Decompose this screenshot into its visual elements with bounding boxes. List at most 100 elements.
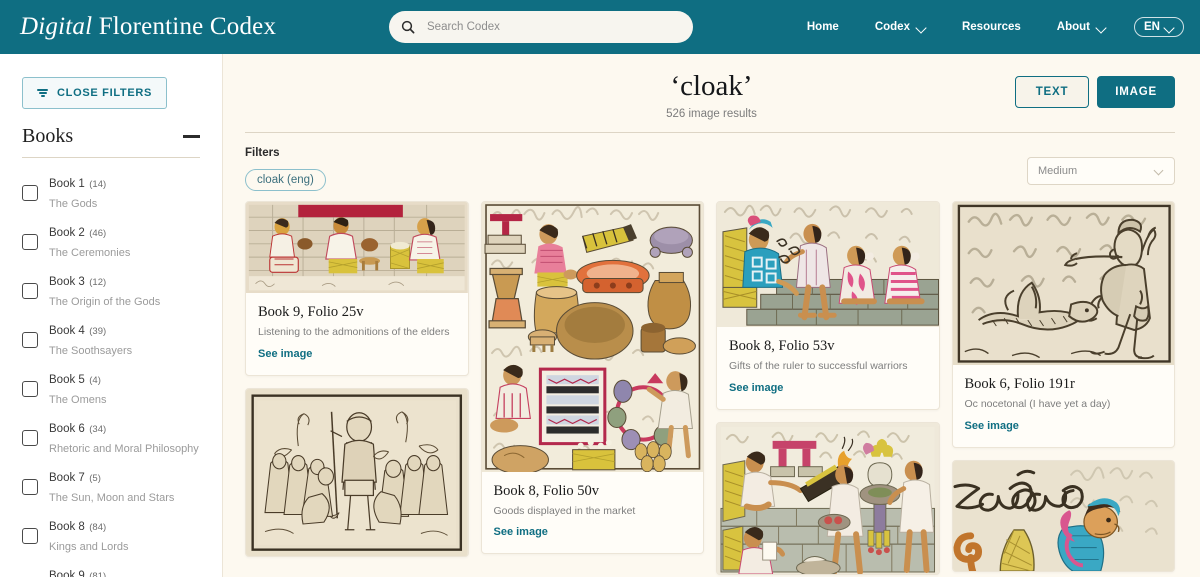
- book-filter-9[interactable]: Book 9 (81) The Merchants: [0, 561, 222, 577]
- book-name: Book 6: [49, 422, 85, 435]
- result-card[interactable]: [245, 387, 469, 558]
- chevron-down-icon: [1097, 23, 1106, 32]
- search-input[interactable]: [427, 21, 693, 33]
- see-image-link[interactable]: See image: [729, 382, 783, 394]
- book-count: (5): [89, 472, 101, 484]
- nav-label-resources: Resources: [961, 21, 1021, 33]
- filters-sidebar: CLOSE FILTERS Books Book 1 (14) The Gods: [0, 54, 223, 577]
- book-filter-6[interactable]: Book 6 (34) Rhetoric and Moral Philosoph…: [0, 414, 222, 463]
- result-card[interactable]: [951, 460, 1175, 573]
- nav-item-about[interactable]: About: [1039, 21, 1124, 33]
- main-navigation: Home Codex Resources About EN: [789, 0, 1184, 54]
- results-column-1: Book 9, Folio 25v Listening to the admon…: [245, 201, 469, 558]
- logo-word-rest: Florentine Codex: [98, 13, 277, 40]
- result-meta: Book 6, Folio 191r Oc nocetonal (I have …: [953, 365, 1175, 447]
- filter-icon: [37, 89, 48, 97]
- book-name: Book 1: [49, 178, 85, 190]
- book-filter-2[interactable]: Book 2 (46) The Ceremonies: [0, 218, 222, 267]
- search-bar[interactable]: [389, 11, 693, 43]
- close-filters-button[interactable]: CLOSE FILTERS: [22, 77, 168, 109]
- filter-chip-cloak[interactable]: cloak (eng): [245, 169, 326, 191]
- medium-select[interactable]: Medium: [1027, 157, 1175, 185]
- nav-item-resources[interactable]: Resources: [944, 21, 1039, 33]
- books-section-title: Books: [22, 125, 74, 147]
- book-subtitle: The Omens: [49, 394, 107, 407]
- book-subtitle: The Sun, Moon and Stars: [49, 492, 175, 505]
- result-meta: Book 9, Folio 25v Listening to the admon…: [246, 293, 468, 375]
- checkbox[interactable]: [22, 234, 38, 251]
- chevron-down-icon: [1165, 23, 1174, 32]
- book-filter-7[interactable]: Book 7 (5) The Sun, Moon and Stars: [0, 463, 222, 512]
- result-card[interactable]: Book 8, Folio 53v Gifts of the ruler to …: [716, 201, 940, 410]
- book-name: Book 3: [49, 275, 85, 288]
- book-count: (46): [89, 227, 107, 239]
- nav-item-codex[interactable]: Codex: [857, 21, 944, 33]
- see-image-link[interactable]: See image: [494, 526, 548, 538]
- checkbox[interactable]: [22, 528, 38, 545]
- book-filter-1[interactable]: Book 1 (14) The Gods: [0, 169, 222, 218]
- search-results-panel: ‘cloak’ 526 image results TEXT IMAGE Fil…: [223, 54, 1200, 577]
- book-name: Book 8: [49, 520, 85, 533]
- result-caption: Goods displayed in the market: [493, 504, 636, 517]
- checkbox[interactable]: [22, 479, 38, 496]
- checkbox[interactable]: [22, 430, 38, 447]
- codex-illustration-ceremony-kneeling-figures: [246, 388, 468, 557]
- result-card[interactable]: Book 8, Folio 50v Goods displayed in the…: [480, 201, 704, 555]
- app-root: Digital Florentine Codex Home Codex Reso…: [0, 0, 1200, 577]
- result-caption: Listening to the admonitions of the elde…: [258, 326, 450, 339]
- site-header: Digital Florentine Codex Home Codex Reso…: [0, 0, 1200, 54]
- result-meta: Book 8, Folio 53v Gifts of the ruler to …: [717, 327, 939, 409]
- nav-item-home[interactable]: Home: [789, 21, 857, 33]
- result-title: Book 6, Folio 191r: [964, 376, 1075, 393]
- site-logo[interactable]: Digital Florentine Codex: [20, 13, 276, 41]
- book-count: (84): [89, 521, 107, 533]
- book-name: Book 2: [49, 226, 85, 239]
- book-filter-3[interactable]: Book 3 (12) The Origin of the Gods: [0, 267, 222, 316]
- tab-image-view[interactable]: IMAGE: [1097, 76, 1175, 108]
- checkbox[interactable]: [22, 185, 38, 202]
- book-count: (81): [89, 570, 107, 577]
- active-filters-row: Filters cloak (eng) Medium: [223, 133, 1200, 201]
- nav-label-home: Home: [806, 21, 839, 33]
- book-count: (34): [89, 423, 107, 435]
- book-name: Book 5: [49, 373, 85, 386]
- chevron-down-icon: [1155, 167, 1164, 176]
- language-label: EN: [1144, 21, 1160, 33]
- result-meta: Book 8, Folio 50v Goods displayed in the…: [482, 472, 704, 554]
- checkbox[interactable]: [22, 381, 38, 398]
- minus-icon[interactable]: [183, 135, 200, 138]
- book-subtitle: Kings and Lords: [49, 541, 129, 554]
- book-count: (39): [89, 325, 107, 337]
- result-title: Book 8, Folio 53v: [729, 338, 835, 355]
- results-header: ‘cloak’ 526 image results TEXT IMAGE: [223, 54, 1200, 126]
- see-image-link[interactable]: See image: [258, 348, 312, 360]
- medium-select-value: Medium: [1038, 165, 1078, 177]
- codex-illustration-manuscript-anos-figure: [952, 461, 1174, 572]
- book-name: Book 4: [49, 324, 85, 337]
- book-subtitle: The Gods: [49, 198, 98, 211]
- result-title: Book 9, Folio 25v: [258, 304, 364, 321]
- codex-illustration-elders-seated-at-wall: [246, 202, 468, 294]
- result-title: Book 8, Folio 50v: [493, 482, 600, 499]
- nav-label-codex: Codex: [874, 21, 910, 33]
- tab-text-view[interactable]: TEXT: [1014, 76, 1090, 108]
- results-grid: Book 9, Folio 25v Listening to the admon…: [223, 201, 1200, 575]
- result-card[interactable]: Book 9, Folio 25v Listening to the admon…: [245, 201, 469, 376]
- result-card[interactable]: Book 6, Folio 191r Oc nocetonal (I have …: [951, 201, 1175, 449]
- checkbox[interactable]: [22, 283, 38, 300]
- book-filter-5[interactable]: Book 5 (4) The Omens: [0, 365, 222, 414]
- book-name: Book 7: [49, 471, 85, 484]
- book-count: (4): [89, 374, 101, 386]
- book-filter-8[interactable]: Book 8 (84) Kings and Lords: [0, 512, 222, 561]
- result-card[interactable]: [716, 421, 940, 575]
- codex-illustration-man-pointing-at-serpent: [952, 202, 1174, 366]
- book-filter-4[interactable]: Book 4 (39) The Soothsayers: [0, 316, 222, 365]
- language-selector[interactable]: EN: [1134, 17, 1184, 37]
- result-caption: Oc nocetonal (I have yet a day): [964, 398, 1111, 411]
- book-subtitle: Rhetoric and Moral Philosophy: [49, 443, 199, 456]
- book-subtitle: The Origin of the Gods: [49, 296, 161, 309]
- results-column-4: Book 6, Folio 191r Oc nocetonal (I have …: [951, 201, 1175, 573]
- see-image-link[interactable]: See image: [965, 420, 1019, 432]
- checkbox[interactable]: [22, 332, 38, 349]
- results-column-2: Book 8, Folio 50v Goods displayed in the…: [480, 201, 704, 555]
